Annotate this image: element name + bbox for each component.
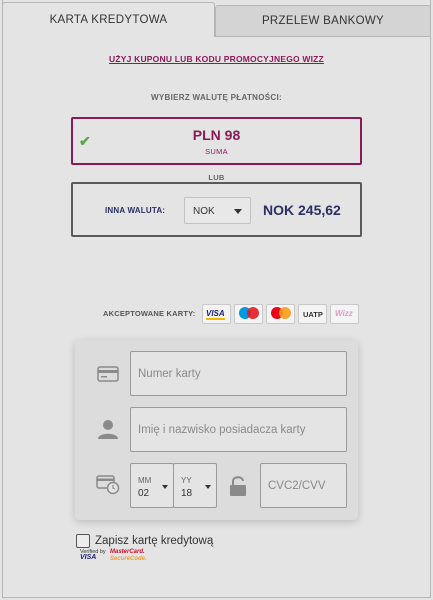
visa-logo: VISA (202, 304, 231, 324)
tab-bank-transfer[interactable]: PRZELEW BANKOWY (215, 5, 431, 37)
maestro-logo (234, 304, 263, 324)
choose-currency-label: WYBIERZ WALUTĘ PŁATNOŚCI: (151, 93, 282, 102)
mastercard-securecode-badge: MasterCard. SecureCode. (110, 549, 147, 563)
vbv-bottom-text: VISA (80, 554, 97, 561)
cvc-placeholder: CVC2/CVV (268, 480, 326, 492)
year-value: 18 (181, 488, 193, 499)
month-label: MM (138, 476, 152, 485)
expiry-month-select[interactable]: MM 02 (130, 463, 174, 508)
accepted-cards-label: AKCEPTOWANE KARTY: (103, 309, 196, 318)
card-expiry-icon (96, 475, 120, 495)
chevron-down-icon (234, 209, 242, 214)
uatp-logo: UATP (298, 304, 327, 324)
pln-total-label: SUMA (205, 147, 228, 156)
cardholder-name-input[interactable]: Imię i nazwisko posiadacza karty (130, 407, 347, 452)
coupon-link[interactable]: UŻYJ KUPONU LUB KODU PROMOCYJNEGO WIZZ (0, 54, 433, 64)
cvc-input[interactable]: CVC2/CVV (260, 463, 347, 508)
currency-select[interactable]: NOK (184, 197, 251, 224)
mc-bottom-text: SecureCode. (110, 556, 147, 562)
tab-credit-card[interactable]: KARTA KREDYTOWA (2, 2, 215, 37)
chevron-down-icon (205, 485, 211, 489)
other-currency-option[interactable]: INNA WALUTA: NOK NOK 245,62 (71, 182, 362, 237)
currency-select-value: NOK (193, 206, 215, 217)
year-label: YY (181, 476, 192, 485)
month-value: 02 (138, 488, 150, 499)
payment-tabs: KARTA KREDYTOWA PRZELEW BANKOWY (2, 0, 431, 37)
wizz-logo-text: Wizz (335, 309, 353, 318)
save-card-checkbox[interactable] (76, 534, 90, 548)
mastercard-orange-circle (279, 307, 291, 319)
credit-card-icon (97, 366, 119, 382)
save-card-row[interactable]: Zapisz kartę kredytową (76, 533, 213, 549)
pln-currency-option[interactable]: ✔ PLN 98 SUMA (71, 117, 362, 165)
visa-logo-text: VISA (206, 309, 225, 320)
maestro-red-circle (247, 307, 259, 319)
user-icon (98, 420, 118, 439)
mc-top-text: MasterCard. (110, 549, 145, 555)
other-currency-label: INNA WALUTA: (105, 206, 166, 215)
pln-amount: PLN 98 (192, 127, 241, 143)
card-number-placeholder: Numer karty (138, 368, 201, 380)
nok-amount: NOK 245,62 (263, 202, 341, 218)
mastercard-logo (266, 304, 295, 324)
cardholder-placeholder: Imię i nazwisko posiadacza karty (138, 424, 306, 436)
card-number-input[interactable]: Numer karty (130, 351, 347, 396)
wizz-logo: Wizz (330, 304, 359, 324)
save-card-label: Zapisz kartę kredytową (95, 535, 214, 547)
expiry-year-select[interactable]: YY 18 (173, 463, 217, 508)
verified-by-visa-badge: Verified by VISA (80, 549, 106, 561)
uatp-logo-text: UATP (303, 310, 323, 319)
chevron-down-icon (162, 485, 168, 489)
or-label: LUB (208, 173, 225, 182)
lock-icon (230, 476, 246, 496)
